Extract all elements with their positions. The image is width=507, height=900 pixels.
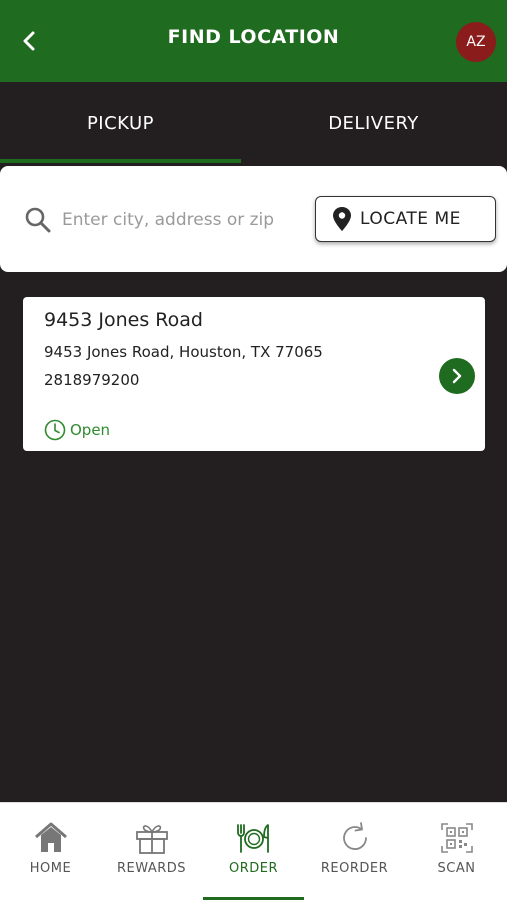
nav-label-rewards: REWARDS [116,861,187,876]
gift-icon [135,825,168,854]
avatar[interactable]: AZ [456,22,496,62]
store-card[interactable]: 9453 Jones Road 9453 Jones Road, Houston… [23,297,485,451]
search-panel: LOCATE ME [0,166,507,272]
nav-item-order[interactable]: ORDER [203,803,304,900]
store-select-button[interactable] [439,358,475,394]
nav-item-scan[interactable]: SCAN [406,803,507,900]
page-title: FIND LOCATION [167,26,340,48]
nav-item-home[interactable]: HOME [0,803,101,900]
qr-code-icon [440,823,473,853]
locate-me-button[interactable]: LOCATE ME [315,196,496,242]
search-icon [25,207,51,233]
nav-item-reorder[interactable]: REORDER [304,803,405,900]
bottom-nav: HOME REWARDS ORDER REORDER SCAN [0,802,507,900]
store-name: 9453 Jones Road [44,309,203,331]
store-address: 9453 Jones Road, Houston, TX 77065 [44,343,323,361]
tab-delivery[interactable]: DELIVERY [253,82,494,164]
refresh-icon [342,822,367,850]
order-type-tabs: PICKUP DELIVERY [0,82,507,164]
store-status: Open [44,419,110,441]
tab-pickup[interactable]: PICKUP [0,82,241,164]
store-phone: 2818979200 [44,371,140,389]
store-status-label: Open [70,421,111,439]
nav-item-rewards[interactable]: REWARDS [101,803,202,900]
search-input[interactable] [62,202,308,238]
nav-label-order: ORDER [228,861,279,876]
clock-icon [44,419,66,441]
map-pin-icon [333,207,351,231]
nav-label-reorder: REORDER [320,861,389,876]
chevron-right-icon [452,368,462,384]
app-header: FIND LOCATION AZ [0,0,507,82]
utensils-plate-icon [236,824,269,853]
home-icon [34,822,67,852]
tab-active-indicator [0,159,241,163]
locate-me-label: LOCATE ME [360,209,461,229]
nav-label-home: HOME [29,861,72,876]
nav-label-scan: SCAN [437,861,476,876]
